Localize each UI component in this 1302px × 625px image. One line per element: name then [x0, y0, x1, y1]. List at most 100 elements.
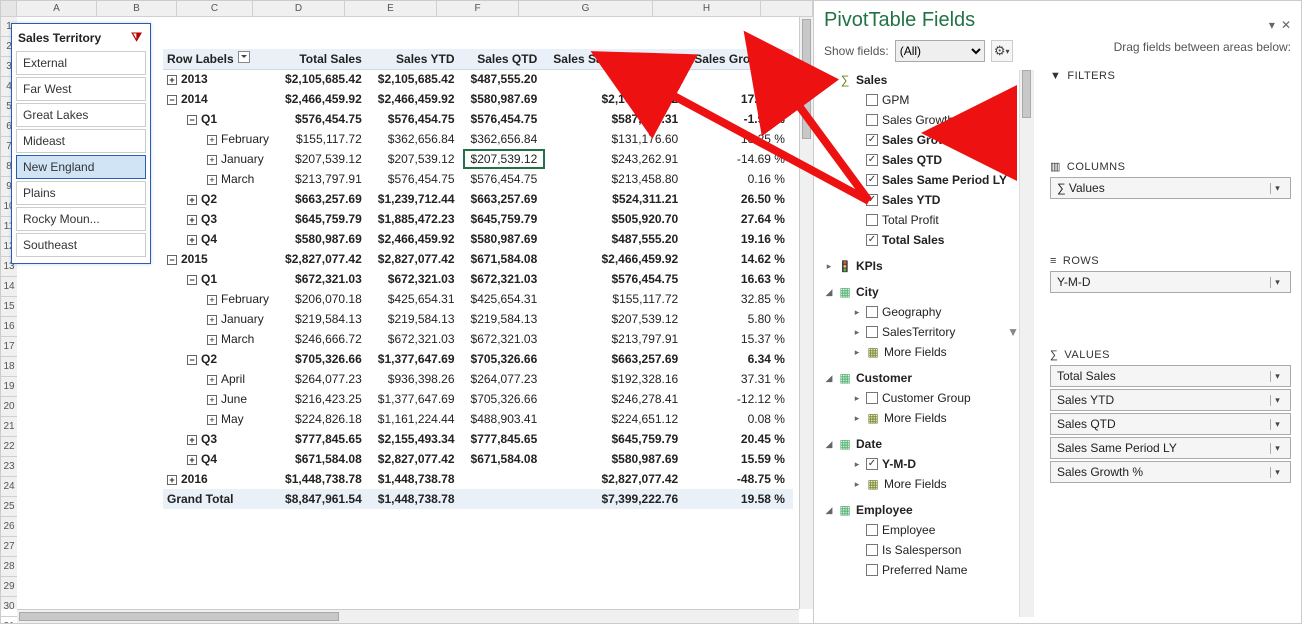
- pivot-cell[interactable]: $362,656.84: [370, 129, 463, 149]
- pivot-row[interactable]: +Q3$777,845.65$2,155,493.34$777,845.65$6…: [163, 429, 793, 449]
- area-item[interactable]: Sales Same Period LY▾: [1050, 437, 1291, 459]
- area-item[interactable]: ∑ Values▾: [1050, 177, 1291, 199]
- funnel-icon[interactable]: ▼: [1007, 325, 1019, 339]
- pivot-cell[interactable]: 0.16 %: [686, 169, 793, 189]
- pivot-cell[interactable]: $580,987.69: [463, 229, 546, 249]
- pane-close-icon[interactable]: ✕: [1281, 18, 1291, 32]
- pivot-cell[interactable]: [463, 469, 546, 489]
- area-item-dropdown[interactable]: ▾: [1270, 183, 1284, 194]
- pivot-cell[interactable]: -48.75 %: [686, 469, 793, 489]
- pivot-row[interactable]: +March$213,797.91$576,454.75$576,454.75$…: [163, 169, 793, 189]
- pivot-row[interactable]: −2014$2,466,459.92$2,466,459.92$580,987.…: [163, 89, 793, 109]
- caret-right-icon[interactable]: ▸: [852, 347, 862, 358]
- collapse-icon[interactable]: −: [187, 355, 197, 365]
- pivot-cell[interactable]: $246,666.72: [277, 329, 370, 349]
- collapse-icon[interactable]: −: [187, 115, 197, 125]
- pivot-cell[interactable]: $576,454.75: [545, 269, 686, 289]
- pivot-table[interactable]: Row Labels Total Sales Sales YTD Sales Q…: [163, 49, 793, 509]
- field-item[interactable]: Is Salesperson: [824, 540, 1019, 560]
- field-item[interactable]: Total Profit: [824, 210, 1019, 230]
- checkbox[interactable]: [866, 326, 878, 338]
- horizontal-scrollbar[interactable]: [17, 609, 799, 623]
- show-fields-select[interactable]: (All): [895, 40, 985, 62]
- pivot-row[interactable]: −Q1$672,321.03$672,321.03$672,321.03$576…: [163, 269, 793, 289]
- field-item[interactable]: ▸▦More Fields: [824, 474, 1019, 494]
- pivot-cell[interactable]: $206,070.18: [277, 289, 370, 309]
- pivot-cell[interactable]: $671,584.08: [277, 449, 370, 469]
- pivot-cell[interactable]: $488,903.41: [463, 409, 546, 429]
- checkbox[interactable]: [866, 114, 878, 126]
- pivot-row[interactable]: +Q4$580,987.69$2,466,459.92$580,987.69$4…: [163, 229, 793, 249]
- pivot-cell[interactable]: $2,466,459.92: [277, 89, 370, 109]
- pivot-row[interactable]: +February$206,070.18$425,654.31$425,654.…: [163, 289, 793, 309]
- pivot-cell[interactable]: 37.31 %: [686, 369, 793, 389]
- pivot-cell[interactable]: $576,454.75: [370, 109, 463, 129]
- pivot-cell[interactable]: [545, 69, 686, 89]
- field-item[interactable]: Sales Same Period LY: [824, 170, 1019, 190]
- pivot-cell[interactable]: $580,987.69: [277, 229, 370, 249]
- pivot-cell[interactable]: $246,278.41: [545, 389, 686, 409]
- pivot-row[interactable]: +May$224,826.18$1,161,224.44$488,903.41$…: [163, 409, 793, 429]
- pivot-cell[interactable]: $1,377,647.69: [370, 389, 463, 409]
- field-item[interactable]: ▸Y-M-D: [824, 454, 1019, 474]
- slicer-item[interactable]: Great Lakes: [16, 103, 146, 127]
- checkbox[interactable]: [866, 134, 878, 146]
- pivot-row[interactable]: +June$216,423.25$1,377,647.69$705,326.66…: [163, 389, 793, 409]
- pivot-cell[interactable]: $505,920.70: [545, 209, 686, 229]
- pivot-cell[interactable]: $2,105,685.42: [277, 69, 370, 89]
- pivot-cell[interactable]: $671,584.08: [463, 449, 546, 469]
- pivot-cell[interactable]: -12.12 %: [686, 389, 793, 409]
- expand-icon[interactable]: +: [167, 475, 177, 485]
- collapse-icon[interactable]: −: [187, 275, 197, 285]
- checkbox[interactable]: [866, 544, 878, 556]
- pivot-cell[interactable]: $671,584.08: [463, 249, 546, 269]
- pivot-cell[interactable]: $777,845.65: [277, 429, 370, 449]
- pivot-cell[interactable]: $2,105,685.42: [370, 69, 463, 89]
- pivot-row[interactable]: +February$155,117.72$362,656.84$362,656.…: [163, 129, 793, 149]
- pivot-cell[interactable]: $207,539.12: [545, 309, 686, 329]
- pivot-cell[interactable]: 6.34 %: [686, 349, 793, 369]
- field-group-date[interactable]: ◢▦Date: [824, 434, 1019, 454]
- slicer-item[interactable]: Mideast: [16, 129, 146, 153]
- pivot-row[interactable]: +Q4$671,584.08$2,827,077.42$671,584.08$5…: [163, 449, 793, 469]
- values-area[interactable]: ∑VALUES Total Sales▾Sales YTD▾Sales QTD▾…: [1050, 349, 1291, 485]
- expand-icon[interactable]: +: [207, 335, 217, 345]
- pivot-cell[interactable]: 26.50 %: [686, 189, 793, 209]
- field-item[interactable]: GPM: [824, 90, 1019, 110]
- area-item[interactable]: Sales QTD▾: [1050, 413, 1291, 435]
- pivot-row[interactable]: +April$264,077.23$936,398.26$264,077.23$…: [163, 369, 793, 389]
- vertical-scrollbar[interactable]: [799, 17, 813, 609]
- field-list-scrollbar[interactable]: [1019, 70, 1033, 617]
- caret-right-icon[interactable]: ▸: [852, 459, 862, 470]
- expand-icon[interactable]: +: [167, 75, 177, 85]
- pivot-cell[interactable]: $264,077.23: [463, 369, 546, 389]
- pivot-cell[interactable]: $576,454.75: [463, 169, 546, 189]
- field-group-kpis[interactable]: ▸KPIs: [824, 256, 1019, 276]
- pivot-cell[interactable]: $580,987.69: [545, 449, 686, 469]
- pivot-cell[interactable]: $672,321.03: [463, 329, 546, 349]
- caret-right-icon[interactable]: ▸: [852, 307, 862, 318]
- pivot-row[interactable]: −Q1$576,454.75$576,454.75$576,454.75$587…: [163, 109, 793, 129]
- field-item[interactable]: ▸Customer Group: [824, 388, 1019, 408]
- caret-down-icon[interactable]: ◢: [824, 439, 834, 450]
- pivot-cell[interactable]: $2,827,077.42: [370, 449, 463, 469]
- pivot-cell[interactable]: $1,885,472.23: [370, 209, 463, 229]
- pivot-cell[interactable]: 17.13 %: [686, 89, 793, 109]
- field-group-city[interactable]: ◢▦City: [824, 282, 1019, 302]
- pivot-cell[interactable]: 15.59 %: [686, 449, 793, 469]
- field-item[interactable]: Sales Growth: [824, 110, 1019, 130]
- pivot-cell[interactable]: $1,448,738.78: [277, 469, 370, 489]
- pivot-cell[interactable]: -14.69 %: [686, 149, 793, 169]
- pivot-row[interactable]: +January$219,584.13$219,584.13$219,584.1…: [163, 309, 793, 329]
- pivot-cell[interactable]: $2,827,077.42: [545, 469, 686, 489]
- expand-icon[interactable]: +: [207, 295, 217, 305]
- field-item[interactable]: Sales Growth %: [824, 130, 1019, 150]
- pivot-cell[interactable]: 14.62 %: [686, 249, 793, 269]
- pivot-row[interactable]: +January$207,539.12$207,539.12$207,539.1…: [163, 149, 793, 169]
- area-item-dropdown[interactable]: ▾: [1270, 395, 1284, 406]
- pivot-cell[interactable]: $645,759.79: [463, 209, 546, 229]
- pivot-cell[interactable]: $2,827,077.42: [370, 249, 463, 269]
- filters-area[interactable]: ▼FILTERS: [1050, 70, 1291, 146]
- pivot-cell[interactable]: $576,454.75: [277, 109, 370, 129]
- slicer-item[interactable]: Southeast: [16, 233, 146, 257]
